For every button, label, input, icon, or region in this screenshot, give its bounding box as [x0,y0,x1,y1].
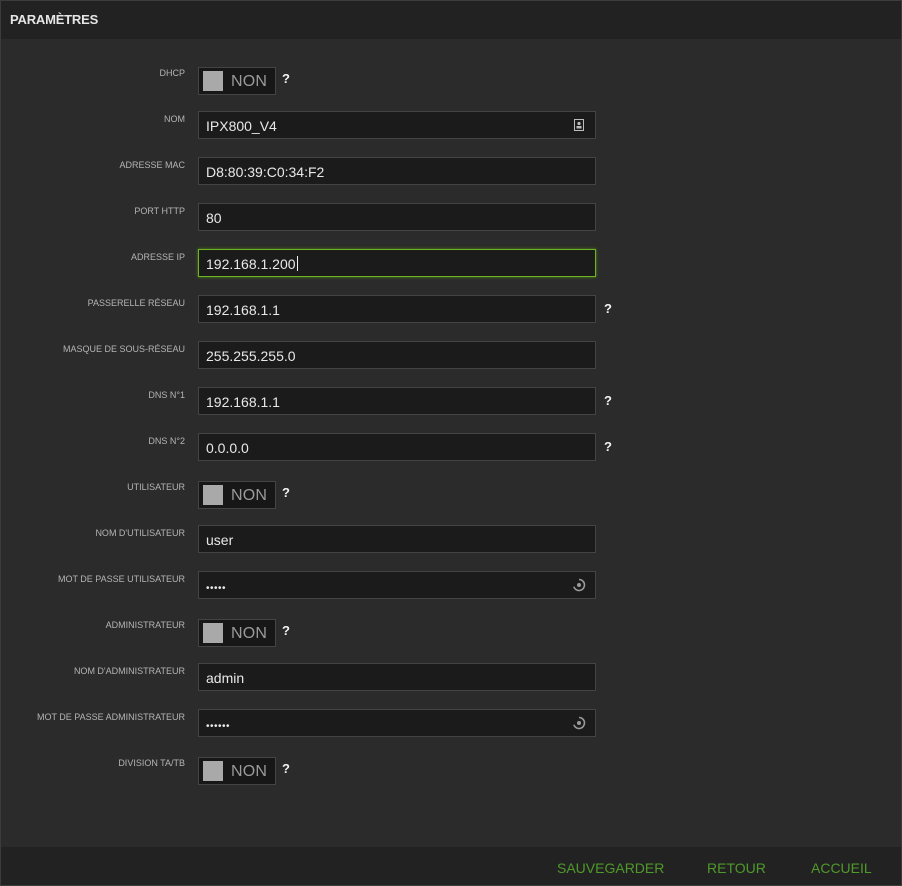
row-nom-utilisateur: NOM D'UTILISATEUR user [1,517,901,563]
toggle-knob [203,623,223,643]
row-dhcp: DHCP NON ? [1,57,901,103]
row-nom-admin: NOM D'ADMINISTRATEUR admin [1,655,901,701]
help-icon[interactable]: ? [282,485,290,500]
reveal-password-icon[interactable] [572,716,586,730]
passerelle-value: 192.168.1.1 [206,302,280,318]
adresse-mac-label: ADRESSE MAC [119,160,185,170]
port-http-label: PORT HTTP [134,206,185,216]
utilisateur-toggle[interactable]: NON [198,481,276,509]
row-adresse-ip: ADRESSE IP 192.168.1.200 [1,241,901,287]
panel-footer: SAUVEGARDER RETOUR ACCUEIL [1,847,901,885]
help-icon[interactable]: ? [282,761,290,776]
adresse-mac-value: D8:80:39:C0:34:F2 [206,164,325,180]
settings-panel: PARAMÈTRES DHCP NON ? NOM IPX800_V4 ADRE… [0,0,902,886]
adresse-mac-input[interactable]: D8:80:39:C0:34:F2 [198,157,596,185]
row-port-http: PORT HTTP 80 [1,195,901,241]
row-passerelle: PASSERELLE RÉSEAU 192.168.1.1 ? [1,287,901,333]
row-masque: MASQUE DE SOUS-RÉSEAU 255.255.255.0 [1,333,901,379]
toggle-state: NON [231,625,268,642]
back-button[interactable]: RETOUR [707,860,766,876]
mdp-admin-label: MOT DE PASSE ADMINISTRATEUR [36,712,185,722]
passerelle-input[interactable]: 192.168.1.1 [198,295,596,323]
toggle-state: NON [231,763,268,780]
save-button[interactable]: SAUVEGARDER [557,860,664,876]
page-title: PARAMÈTRES [10,12,99,27]
mdp-utilisateur-value: ••••• [206,583,227,594]
text-caret [296,256,298,271]
toggle-state: NON [231,73,268,90]
toggle-knob [203,761,223,781]
toggle-state: NON [231,487,268,504]
mdp-admin-input[interactable]: •••••• [198,709,596,737]
reveal-password-icon[interactable] [572,578,586,592]
nom-utilisateur-input[interactable]: user [198,525,596,553]
dhcp-label: DHCP [159,68,185,78]
row-dns1: DNS N°1 192.168.1.1 ? [1,379,901,425]
settings-form: DHCP NON ? NOM IPX800_V4 ADRESSE MAC D8:… [1,57,901,793]
division-label: DIVISION TA/TB [118,758,185,768]
adresse-ip-input[interactable]: 192.168.1.200 [198,249,596,277]
port-http-input[interactable]: 80 [198,203,596,231]
toggle-knob [203,485,223,505]
dns2-label: DNS N°2 [148,436,185,446]
help-icon[interactable]: ? [604,439,612,454]
nom-admin-label: NOM D'ADMINISTRATEUR [73,666,185,676]
nom-label: NOM [164,114,185,124]
mdp-utilisateur-input[interactable]: ••••• [198,571,596,599]
nom-utilisateur-value: user [206,532,234,548]
row-dns2: DNS N°2 0.0.0.0 ? [1,425,901,471]
toggle-knob [203,71,223,91]
dhcp-toggle[interactable]: NON [198,67,276,95]
nom-admin-value: admin [206,670,245,686]
row-adresse-mac: ADRESSE MAC D8:80:39:C0:34:F2 [1,149,901,195]
port-http-value: 80 [206,210,222,226]
dns1-input[interactable]: 192.168.1.1 [198,387,596,415]
row-mdp-utilisateur: MOT DE PASSE UTILISATEUR ••••• [1,563,901,609]
help-icon[interactable]: ? [604,393,612,408]
nom-value: IPX800_V4 [206,118,277,134]
utilisateur-label: UTILISATEUR [127,482,185,492]
row-utilisateur: UTILISATEUR NON ? [1,471,901,517]
administrateur-label: ADMINISTRATEUR [105,620,185,630]
adresse-ip-value: 192.168.1.200 [206,256,296,272]
dns1-value: 192.168.1.1 [206,394,280,410]
help-icon[interactable]: ? [604,301,612,316]
mdp-admin-value: •••••• [206,721,231,732]
mdp-utilisateur-label: MOT DE PASSE UTILISATEUR [57,574,185,584]
dns1-label: DNS N°1 [148,390,185,400]
division-toggle[interactable]: NON [198,757,276,785]
row-mdp-admin: MOT DE PASSE ADMINISTRATEUR •••••• [1,701,901,747]
row-division: DIVISION TA/TB NON ? [1,747,901,793]
masque-label: MASQUE DE SOUS-RÉSEAU [62,344,185,354]
row-administrateur: ADMINISTRATEUR NON ? [1,609,901,655]
dns2-value: 0.0.0.0 [206,440,249,456]
dns2-input[interactable]: 0.0.0.0 [198,433,596,461]
home-button[interactable]: ACCUEIL [811,860,872,876]
row-nom: NOM IPX800_V4 [1,103,901,149]
nom-input[interactable]: IPX800_V4 [198,111,596,139]
masque-input[interactable]: 255.255.255.0 [198,341,596,369]
passerelle-label: PASSERELLE RÉSEAU [87,298,185,308]
nom-utilisateur-label: NOM D'UTILISATEUR [95,528,185,538]
administrateur-toggle[interactable]: NON [198,619,276,647]
nom-admin-input[interactable]: admin [198,663,596,691]
help-icon[interactable]: ? [282,623,290,638]
adresse-ip-label: ADRESSE IP [130,252,185,262]
masque-value: 255.255.255.0 [206,348,296,364]
panel-header: PARAMÈTRES [1,1,901,39]
help-icon[interactable]: ? [282,71,290,86]
contact-card-icon[interactable] [572,118,586,132]
